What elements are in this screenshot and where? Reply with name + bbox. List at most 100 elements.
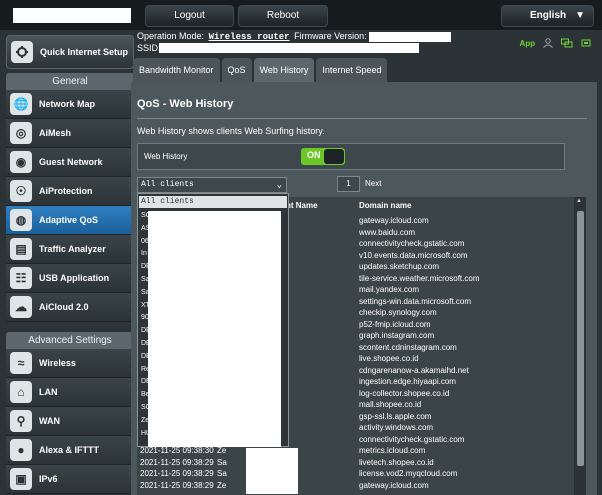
ssid-label: SSID: xyxy=(137,43,161,53)
page-title: QoS - Web History xyxy=(137,98,234,110)
sidebar-item-label: Adaptive QoS xyxy=(39,215,99,225)
sidebar-item-wan[interactable]: ⚲ WAN xyxy=(6,407,134,436)
users-icon[interactable] xyxy=(542,38,554,48)
domain-cell: p52-fmip.icloud.com xyxy=(359,319,431,329)
firmware-label: Firmware Version: xyxy=(294,31,367,41)
page-description: Web History shows clients Web Surfing hi… xyxy=(137,126,325,136)
tab-bandwidth-monitor[interactable]: Bandwidth Monitor xyxy=(133,58,220,82)
next-page-link[interactable]: Next xyxy=(365,179,381,188)
domain-cell: graph.instagram.com xyxy=(359,331,435,340)
domain-cell: gateway.icloud.com xyxy=(359,216,429,225)
usb-application-icon: ☷ xyxy=(10,267,32,289)
sidebar-item-label: Traffic Analyzer xyxy=(39,244,106,254)
network-status-icon[interactable] xyxy=(561,38,573,48)
sidebar-item-label: Wireless xyxy=(39,358,76,368)
domain-cell: mail.yandex.com xyxy=(359,285,420,294)
redacted-client-block xyxy=(246,448,298,494)
domain-cell: log-collector.shopee.co.id xyxy=(359,388,450,398)
quick-setup-label: Quick Internet Setup xyxy=(40,47,129,57)
sidebar-item-label: USB Application xyxy=(39,273,110,283)
advanced-settings-header: Advanced Settings xyxy=(6,332,134,349)
client-filter-value: All clients xyxy=(141,180,194,189)
aimesh-icon: ◎ xyxy=(10,122,32,144)
domain-cell: license.vod2.myqcloud.com xyxy=(359,469,458,478)
table-row: 2021-11-25 09:38:29 Ze gateway.icloud.com xyxy=(137,481,574,493)
client-cell: Sa xyxy=(217,469,227,478)
sidebar-item-traffic-analyzer[interactable]: ▤ Traffic Analyzer xyxy=(6,235,134,264)
language-select[interactable]: English ▼ xyxy=(501,5,594,27)
sidebar-item-wireless[interactable]: ≈ Wireless xyxy=(6,349,134,378)
dropdown-option[interactable]: In xyxy=(141,250,147,257)
traffic-analyzer-icon: ▤ xyxy=(10,238,32,260)
domain-cell: livetech.shopee.co.id xyxy=(359,457,434,467)
sidebar-item-aimesh[interactable]: ◎ AiMesh xyxy=(6,119,134,148)
web-history-toggle[interactable]: ON xyxy=(301,148,345,165)
domain-cell: tile-service.weather.microsoft.com xyxy=(359,273,480,283)
router-admin-page: Logout Reboot English ▼ Operation Mode: … xyxy=(0,0,602,495)
sidebar-item-label: Network Map xyxy=(39,99,96,109)
sidebar-item-alexa-ifttt[interactable]: ● Alexa & IFTTT xyxy=(6,436,134,465)
domain-cell: scontent.cdninstagram.com xyxy=(359,342,457,352)
client-dropdown-list: All clients SO AS 06 In DE Sa Sa XT 90 DE DE DE Re DE… xyxy=(137,193,289,447)
domain-cell: settings-win.data.microsoft.com xyxy=(359,296,472,306)
chevron-down-icon: ▼ xyxy=(575,10,585,21)
reboot-button[interactable]: Reboot xyxy=(238,5,328,27)
aicloud-icon: ☁ xyxy=(10,296,32,318)
wireless-icon: ≈ xyxy=(10,352,32,374)
time-cell: 2021-11-25 09:38:29 xyxy=(140,469,214,478)
domain-cell: connectivitycheck.gstatic.com xyxy=(359,239,465,248)
table-row: 2021-11-25 09:38:29 Sa livetech.shopee.co.… xyxy=(137,458,574,470)
sidebar-item-usb-application[interactable]: ☷ USB Application xyxy=(6,264,134,293)
sidebar-item-ipv6[interactable]: ▣ IPv6 xyxy=(6,465,134,494)
client-cell: Ze xyxy=(217,480,227,490)
usb-status-icon[interactable] xyxy=(580,38,592,48)
sidebar-item-label: Alexa & IFTTT xyxy=(39,445,100,455)
lan-icon: ⌂ xyxy=(10,381,32,403)
firmware-version-redacted xyxy=(369,31,452,42)
toggle-state-text: ON xyxy=(307,150,321,160)
sidebar-item-aicloud[interactable]: ☁ AiCloud 2.0 xyxy=(6,293,134,322)
sidebar: Quick Internet Setup General 🌐 Network M… xyxy=(0,30,134,495)
time-cell: 2021-11-25 09:38:30 xyxy=(140,446,214,455)
title-divider xyxy=(137,118,587,119)
client-filter-select[interactable]: All clients ⌄ xyxy=(137,177,287,193)
app-link[interactable]: App xyxy=(519,39,535,48)
general-section-header: General xyxy=(6,73,134,90)
domain-cell: live.shopee.co.id xyxy=(359,354,419,363)
ssid-value-redacted xyxy=(159,43,419,53)
sidebar-item-aiprotection[interactable]: ☉ AiProtection xyxy=(6,177,134,206)
tab-web-history[interactable]: Web History xyxy=(253,58,315,82)
guest-network-icon: ◉ xyxy=(10,151,32,173)
dropdown-option-all-clients[interactable]: All clients xyxy=(139,196,287,208)
redacted-client-names xyxy=(148,211,281,447)
language-label: English xyxy=(530,10,567,21)
operation-mode-link[interactable]: Wireless router xyxy=(209,32,290,42)
sidebar-item-network-map[interactable]: 🌐 Network Map xyxy=(6,90,134,119)
quick-internet-setup-button[interactable]: Quick Internet Setup xyxy=(6,35,134,69)
client-cell: Ze xyxy=(217,446,227,455)
scroll-up-icon[interactable]: ▲ xyxy=(576,198,582,204)
sidebar-item-adaptive-qos[interactable]: ◍ Adaptive QoS xyxy=(6,206,134,235)
status-strip: Operation Mode: Wireless router Firmware… xyxy=(133,30,602,55)
domain-cell: mall.shopee.co.id xyxy=(359,400,422,409)
table-row: 2021-11-25 09:38:29 Sa license.vod2.myqclo… xyxy=(137,469,574,481)
sidebar-item-guest-network[interactable]: ◉ Guest Network xyxy=(6,148,134,177)
domain-cell: gateway.icloud.com xyxy=(359,480,429,490)
logout-button[interactable]: Logout xyxy=(145,5,234,27)
web-history-setting-row: Web History ON xyxy=(137,143,565,170)
qos-tabs: Bandwidth Monitor QoS Web History Intern… xyxy=(133,58,388,82)
sidebar-item-label: IPv6 xyxy=(39,474,58,484)
alexa-icon: ● xyxy=(10,439,32,461)
toggle-knob xyxy=(324,149,344,164)
tab-qos[interactable]: QoS xyxy=(221,58,252,82)
sidebar-item-label: Guest Network xyxy=(39,157,103,167)
sidebar-item-label: AiProtection xyxy=(39,186,93,196)
page-number-input[interactable]: 1 xyxy=(337,176,360,192)
ipv6-icon: ▣ xyxy=(10,468,32,490)
domain-cell: updates.sketchup.com xyxy=(359,262,440,271)
domain-cell: v10.events.data.microsoft.com xyxy=(359,250,468,260)
scrollbar-thumb[interactable] xyxy=(577,211,584,466)
time-cell: 2021-11-25 09:38:29 xyxy=(140,457,214,467)
tab-internet-speed[interactable]: Internet Speed xyxy=(316,58,388,82)
sidebar-item-lan[interactable]: ⌂ LAN xyxy=(6,378,134,407)
